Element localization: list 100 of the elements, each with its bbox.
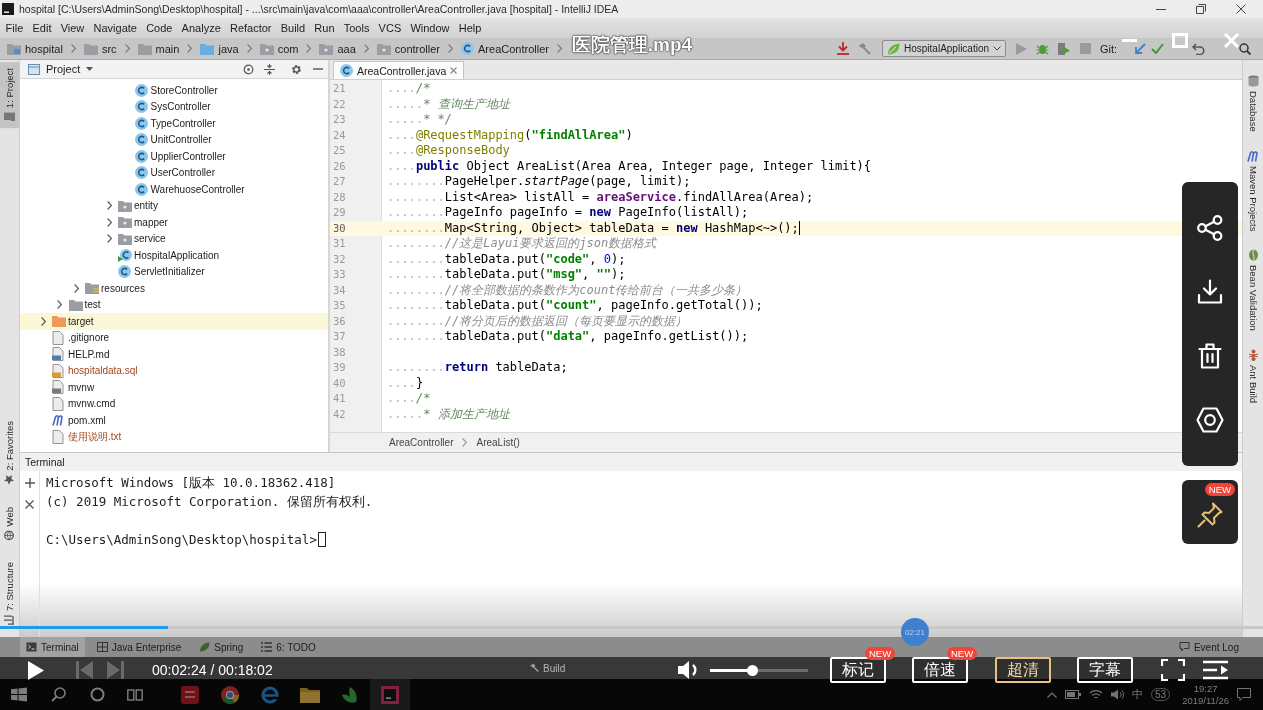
tool-tab[interactable]: 6: TODO bbox=[255, 637, 322, 657]
breadcrumb[interactable]: aaa bbox=[319, 42, 356, 55]
tool-window-button[interactable]: Web bbox=[0, 500, 19, 546]
tool-window-button[interactable]: Maven Projects bbox=[1243, 146, 1263, 235]
undo-icon[interactable] bbox=[1192, 42, 1206, 55]
menu-item[interactable]: Tools bbox=[339, 22, 374, 34]
chevron-right-icon[interactable] bbox=[106, 201, 112, 211]
menu-item[interactable]: Analyze bbox=[177, 22, 226, 34]
tree-item[interactable]: mvnw.cmd bbox=[20, 395, 328, 412]
breadcrumb[interactable]: AreaList() bbox=[476, 437, 520, 448]
search-icon[interactable] bbox=[50, 687, 66, 702]
tree-item[interactable]: WarehuoseController bbox=[20, 181, 328, 198]
battery-icon[interactable] bbox=[1065, 690, 1082, 699]
breadcrumb[interactable]: AreaController bbox=[461, 42, 549, 55]
tool-window-button[interactable]: 7: Structure bbox=[0, 555, 19, 631]
menu-item[interactable]: Navigate bbox=[88, 22, 142, 34]
task-view-icon[interactable] bbox=[127, 687, 143, 702]
menu-item[interactable]: View bbox=[56, 22, 89, 34]
notification-icon[interactable] bbox=[1237, 688, 1251, 701]
player-option-button[interactable]: 标记 bbox=[830, 657, 886, 683]
chevron-up-icon[interactable] bbox=[1047, 691, 1058, 698]
chevron-right-icon[interactable] bbox=[57, 300, 62, 310]
input-method-indicator[interactable]: 中 bbox=[1132, 687, 1144, 702]
download-icon[interactable] bbox=[1197, 279, 1223, 305]
leaf-app-icon[interactable] bbox=[341, 685, 359, 704]
close-icon[interactable] bbox=[25, 500, 34, 509]
tree-item[interactable]: HospitalApplication bbox=[20, 247, 328, 264]
tool-tab[interactable]: Terminal bbox=[20, 637, 85, 657]
fullscreen-icon[interactable] bbox=[1161, 659, 1185, 681]
crosshair-icon[interactable] bbox=[243, 63, 254, 75]
trash-icon[interactable] bbox=[1198, 342, 1222, 369]
tool-window-button[interactable]: 2: Favorites bbox=[0, 414, 19, 491]
playlist-icon[interactable] bbox=[1203, 660, 1229, 680]
tree-item[interactable]: StoreController bbox=[20, 82, 328, 99]
menu-item[interactable]: Refactor bbox=[225, 22, 277, 34]
menu-item[interactable]: File bbox=[1, 22, 28, 34]
folder-icon[interactable] bbox=[300, 686, 320, 703]
collapse-all-icon[interactable] bbox=[264, 63, 275, 75]
breadcrumb[interactable]: com bbox=[259, 42, 299, 55]
play-icon[interactable] bbox=[27, 659, 45, 681]
close-icon[interactable] bbox=[1236, 4, 1246, 14]
tree-item[interactable]: test bbox=[20, 296, 328, 313]
app-tile-icon[interactable] bbox=[181, 685, 199, 704]
project-view-dropdown[interactable]: Project bbox=[28, 63, 94, 75]
breadcrumb[interactable]: AreaController bbox=[389, 437, 454, 448]
chevron-right-icon[interactable] bbox=[73, 283, 79, 293]
tool-window-button[interactable]: Ant Build bbox=[1243, 346, 1263, 407]
player-option-button[interactable]: 超清 bbox=[995, 657, 1051, 683]
tree-item[interactable]: mapper bbox=[20, 214, 328, 231]
menu-item[interactable]: Code bbox=[141, 22, 177, 34]
tree-item[interactable]: UnitController bbox=[20, 131, 328, 148]
tree-item[interactable]: hospitaldata.sql bbox=[20, 362, 328, 379]
tree-item[interactable]: .gitignore bbox=[20, 329, 328, 346]
browser-icon[interactable] bbox=[221, 685, 239, 704]
tool-window-button[interactable]: 1: Project bbox=[0, 62, 19, 129]
windows-logo-icon[interactable] bbox=[11, 687, 27, 702]
breadcrumb[interactable]: java bbox=[200, 42, 239, 55]
build-button[interactable]: Build bbox=[529, 662, 566, 674]
chevron-right-icon[interactable] bbox=[40, 316, 46, 326]
menu-item[interactable]: Run bbox=[309, 22, 340, 34]
search-icon[interactable] bbox=[1239, 42, 1252, 55]
tool-window-button[interactable]: Database bbox=[1243, 72, 1263, 135]
menu-item[interactable]: Window bbox=[405, 22, 455, 34]
run-config-dropdown[interactable]: HospitalApplication bbox=[882, 40, 1007, 57]
gear-icon[interactable] bbox=[291, 63, 302, 75]
event-log-button[interactable]: Event Log bbox=[1178, 641, 1239, 653]
breadcrumb[interactable]: main bbox=[137, 42, 180, 55]
menu-item[interactable]: Edit bbox=[27, 22, 57, 34]
tree-item[interactable]: SysController bbox=[20, 98, 328, 115]
tree-item[interactable]: mvnw bbox=[20, 379, 328, 396]
tool-window-button[interactable]: Bean Validation bbox=[1243, 246, 1263, 334]
chevron-right-icon[interactable] bbox=[106, 217, 112, 227]
tree-item[interactable]: entity bbox=[20, 197, 328, 214]
speaker-icon[interactable] bbox=[1111, 689, 1125, 700]
menu-item[interactable]: Build bbox=[276, 22, 310, 34]
tree-item[interactable]: UserController bbox=[20, 164, 328, 181]
settings-icon[interactable] bbox=[1196, 406, 1224, 433]
check-icon[interactable] bbox=[1151, 43, 1165, 54]
player-option-button[interactable]: 倍速 bbox=[912, 657, 968, 683]
tree-item[interactable]: target bbox=[20, 313, 328, 330]
tool-tab[interactable]: Java Enterprise bbox=[90, 637, 188, 657]
chevron-right-icon[interactable] bbox=[106, 234, 112, 244]
tree-item[interactable]: 使用说明.txt bbox=[20, 428, 328, 445]
tree-item[interactable]: service bbox=[20, 230, 328, 247]
editor-tab[interactable]: AreaController.java bbox=[333, 61, 465, 79]
breadcrumb[interactable]: controller bbox=[376, 42, 440, 55]
circle-icon[interactable] bbox=[89, 687, 105, 702]
tree-item[interactable]: resources bbox=[20, 280, 328, 297]
wifi-icon[interactable] bbox=[1089, 689, 1104, 700]
breadcrumb[interactable]: src bbox=[83, 42, 117, 55]
tree-item[interactable]: TypeController bbox=[20, 115, 328, 132]
menu-item[interactable]: Help bbox=[454, 22, 486, 34]
restore-icon[interactable] bbox=[1196, 4, 1206, 14]
tree-item[interactable]: ServletInitializer bbox=[20, 263, 328, 280]
share-icon[interactable] bbox=[1197, 215, 1223, 242]
pin-icon[interactable] bbox=[1197, 502, 1223, 528]
ide-icon[interactable] bbox=[381, 685, 399, 704]
tree-item[interactable]: UpplierController bbox=[20, 148, 328, 165]
volume-thumb[interactable] bbox=[746, 664, 758, 676]
plus-icon[interactable] bbox=[24, 478, 35, 488]
